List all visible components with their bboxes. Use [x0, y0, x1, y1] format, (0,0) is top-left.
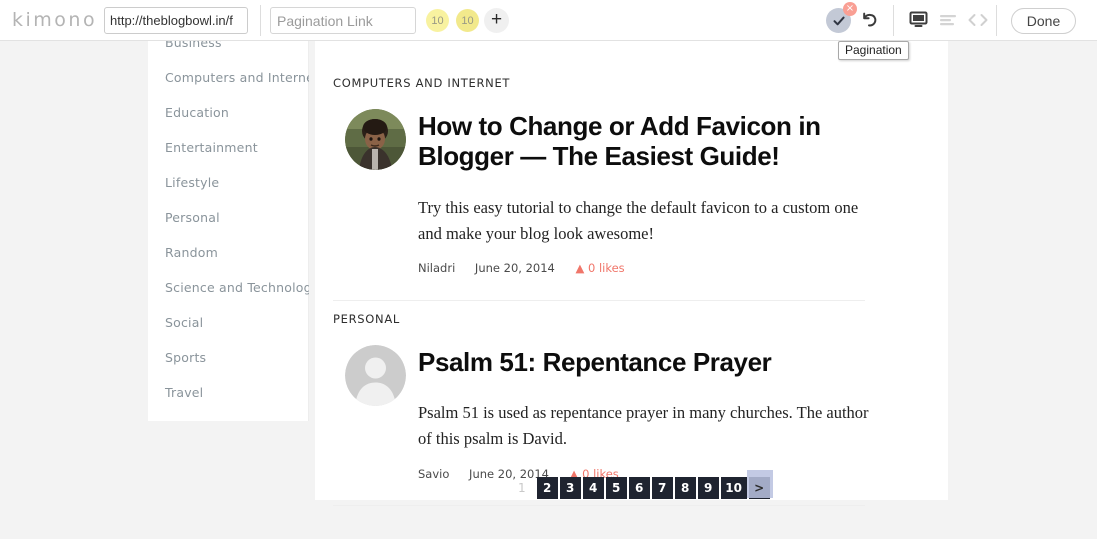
row-count-badge[interactable]: 10 — [426, 9, 449, 32]
add-selector-button[interactable]: + — [484, 8, 509, 33]
sidebar-item-lifestyle[interactable]: Lifestyle — [165, 175, 219, 190]
pagination-bar: 1 2 3 4 5 6 7 8 9 10 > — [518, 470, 773, 499]
sidebar-item-education[interactable]: Education — [165, 105, 229, 120]
pagination-page-9[interactable]: 9 — [697, 477, 719, 499]
sidebar-item-travel[interactable]: Travel — [165, 385, 203, 400]
sidebar-item-science-and-technology[interactable]: Science and Technology — [165, 280, 319, 295]
undo-button[interactable] — [858, 9, 882, 33]
article-date: June 20, 2014 — [474, 261, 555, 275]
pagination-next-button[interactable]: > — [746, 470, 773, 499]
article-excerpt: Try this easy tutorial to change the def… — [418, 198, 859, 243]
code-view-button[interactable] — [966, 9, 990, 33]
toolbar-divider — [996, 5, 997, 36]
article-category-label[interactable]: COMPUTERS AND INTERNET — [333, 76, 510, 90]
remove-selection-button[interactable]: × — [843, 2, 857, 16]
preview-view-button[interactable] — [906, 9, 930, 33]
pagination-page-7[interactable]: 7 — [651, 477, 673, 499]
code-brackets-icon — [967, 13, 989, 30]
article-meta: Niladri June 20, 2014 ▲ 0 likes — [418, 261, 625, 275]
list-view-button[interactable] — [936, 9, 960, 33]
avatar — [345, 109, 406, 170]
pagination-current-page: 1 — [518, 481, 526, 495]
article-category-label[interactable]: PERSONAL — [333, 312, 400, 326]
article-author: Niladri — [418, 261, 456, 275]
pagination-page-3[interactable]: 3 — [559, 477, 581, 499]
pagination-page-4[interactable]: 4 — [582, 477, 604, 499]
article-list-panel: COMPUTERS AND INTERNET How to Change or … — [315, 41, 948, 506]
toolbar-divider — [260, 5, 261, 36]
category-sidebar: Business Computers and Internet Educatio… — [148, 41, 319, 421]
sidebar-item-random[interactable]: Random — [165, 245, 218, 260]
avatar — [345, 345, 406, 406]
kimono-logo: kimono — [12, 9, 98, 31]
article-divider — [333, 300, 865, 301]
sidebar-item-computers-and-internet[interactable]: Computers and Internet — [165, 70, 319, 85]
monitor-icon — [909, 11, 928, 31]
column-count-badge[interactable]: 10 — [456, 9, 479, 32]
undo-icon — [860, 11, 880, 32]
sidebar-item-business[interactable]: Business — [165, 41, 222, 50]
sidebar-item-social[interactable]: Social — [165, 315, 203, 330]
article-excerpt: Psalm 51 is used as repentance prayer in… — [418, 403, 869, 448]
pagination-tooltip: Pagination — [838, 41, 909, 60]
article-divider — [333, 505, 865, 506]
check-icon — [832, 14, 846, 28]
url-input[interactable] — [104, 7, 248, 34]
pagination-page-5[interactable]: 5 — [605, 477, 627, 499]
pagination-page-8[interactable]: 8 — [674, 477, 696, 499]
pagination-page-10[interactable]: 10 — [720, 477, 747, 499]
pagination-page-6[interactable]: 6 — [628, 477, 650, 499]
done-button[interactable]: Done — [1011, 8, 1076, 34]
sidebar-item-entertainment[interactable]: Entertainment — [165, 140, 258, 155]
pagination-next-label: > — [754, 481, 765, 495]
page-viewport: Business Computers and Internet Educatio… — [0, 41, 1097, 539]
list-lines-icon — [939, 13, 957, 30]
toolbar-divider — [893, 5, 894, 36]
article-title[interactable]: Psalm 51: Repentance Prayer — [418, 347, 888, 377]
pagination-page-2[interactable]: 2 — [536, 477, 558, 499]
sidebar-item-personal[interactable]: Personal — [165, 210, 220, 225]
article-likes[interactable]: ▲ 0 likes — [576, 261, 625, 275]
article-author: Savio — [418, 467, 450, 481]
pagination-link-input[interactable] — [270, 7, 416, 34]
kimono-toolbar: kimono 10 10 + × — [0, 0, 1097, 41]
article-title[interactable]: How to Change or Add Favicon in Blogger … — [418, 111, 888, 172]
sidebar-item-sports[interactable]: Sports — [165, 350, 206, 365]
